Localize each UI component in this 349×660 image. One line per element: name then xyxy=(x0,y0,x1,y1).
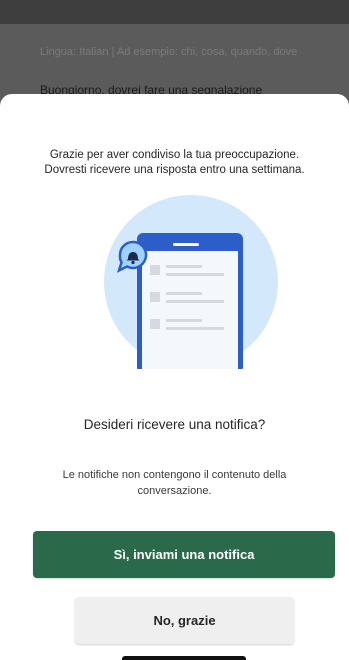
notification-question: Desideri ricevere una notifica? xyxy=(83,417,266,432)
phone-notification-illustration xyxy=(104,195,278,369)
row-line xyxy=(166,327,224,330)
thank-you-text: Grazie per aver condiviso la tua preoccu… xyxy=(18,148,331,178)
enable-notification-button[interactable]: Sì, inviami una notifica xyxy=(33,531,335,578)
thank-you-line-1: Grazie per aver condiviso la tua preoccu… xyxy=(49,149,300,161)
row-line xyxy=(166,273,224,276)
phone-speaker xyxy=(173,243,199,246)
notification-sheet: Grazie per aver condiviso la tua preoccu… xyxy=(0,94,349,660)
row-line xyxy=(166,319,202,322)
row-thumb xyxy=(150,265,160,275)
row-line xyxy=(166,265,202,268)
decline-notification-button[interactable]: No, grazie xyxy=(75,597,294,644)
thank-you-line-2: Dovresti ricevere una risposta entro una… xyxy=(44,164,305,176)
app-top-bar xyxy=(0,0,349,24)
language-hint: Lingua: Italian | Ad esempio: chi, cosa,… xyxy=(40,46,298,58)
row-line xyxy=(166,300,224,303)
row-thumb xyxy=(150,292,160,302)
row-thumb xyxy=(150,319,160,329)
home-indicator xyxy=(122,656,246,660)
privacy-note: Le notifiche non contengono il contenuto… xyxy=(62,469,287,497)
row-line xyxy=(166,292,202,295)
